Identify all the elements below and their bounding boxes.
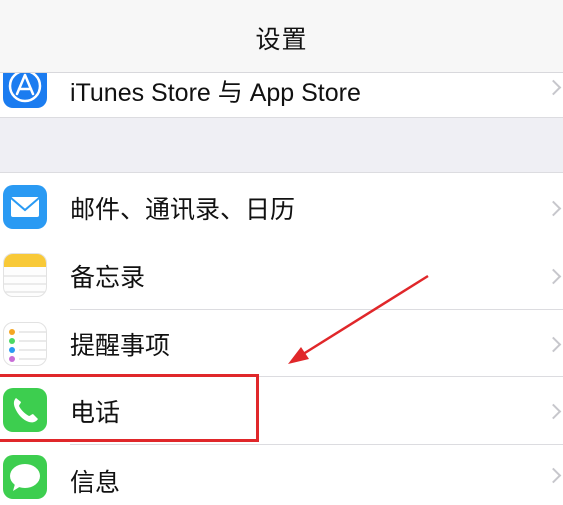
settings-row-label: 邮件、通讯录、日历 bbox=[70, 195, 296, 224]
chevron-right-icon bbox=[545, 403, 562, 420]
mail-icon bbox=[3, 185, 47, 229]
chevron-right-icon bbox=[545, 467, 562, 484]
page-title: 设置 bbox=[255, 26, 308, 54]
annotation-highlight-box bbox=[0, 374, 259, 442]
settings-row-label: 备忘录 bbox=[70, 263, 146, 292]
chevron-right-icon bbox=[545, 79, 562, 96]
chevron-right-icon bbox=[545, 200, 562, 216]
navigation-bar: 设置 bbox=[0, 0, 563, 73]
reminders-icon bbox=[3, 322, 47, 366]
settings-row-label: 提醒事项 bbox=[70, 331, 171, 360]
settings-row-reminders[interactable]: 提醒事项 bbox=[0, 310, 563, 377]
settings-row-messages[interactable]: 信息 bbox=[0, 445, 563, 505]
settings-row-label: iTunes Store 与 App Store bbox=[70, 79, 361, 107]
settings-row-label: 信息 bbox=[70, 469, 121, 497]
settings-row-notes[interactable]: 备忘录 bbox=[0, 241, 563, 310]
chevron-right-icon bbox=[545, 336, 562, 352]
divider bbox=[0, 117, 563, 118]
chevron-right-icon bbox=[545, 268, 562, 284]
messages-icon bbox=[3, 455, 47, 499]
settings-row-mail-contacts-calendar[interactable]: 邮件、通讯录、日历 bbox=[0, 172, 563, 242]
notes-icon bbox=[3, 253, 47, 297]
